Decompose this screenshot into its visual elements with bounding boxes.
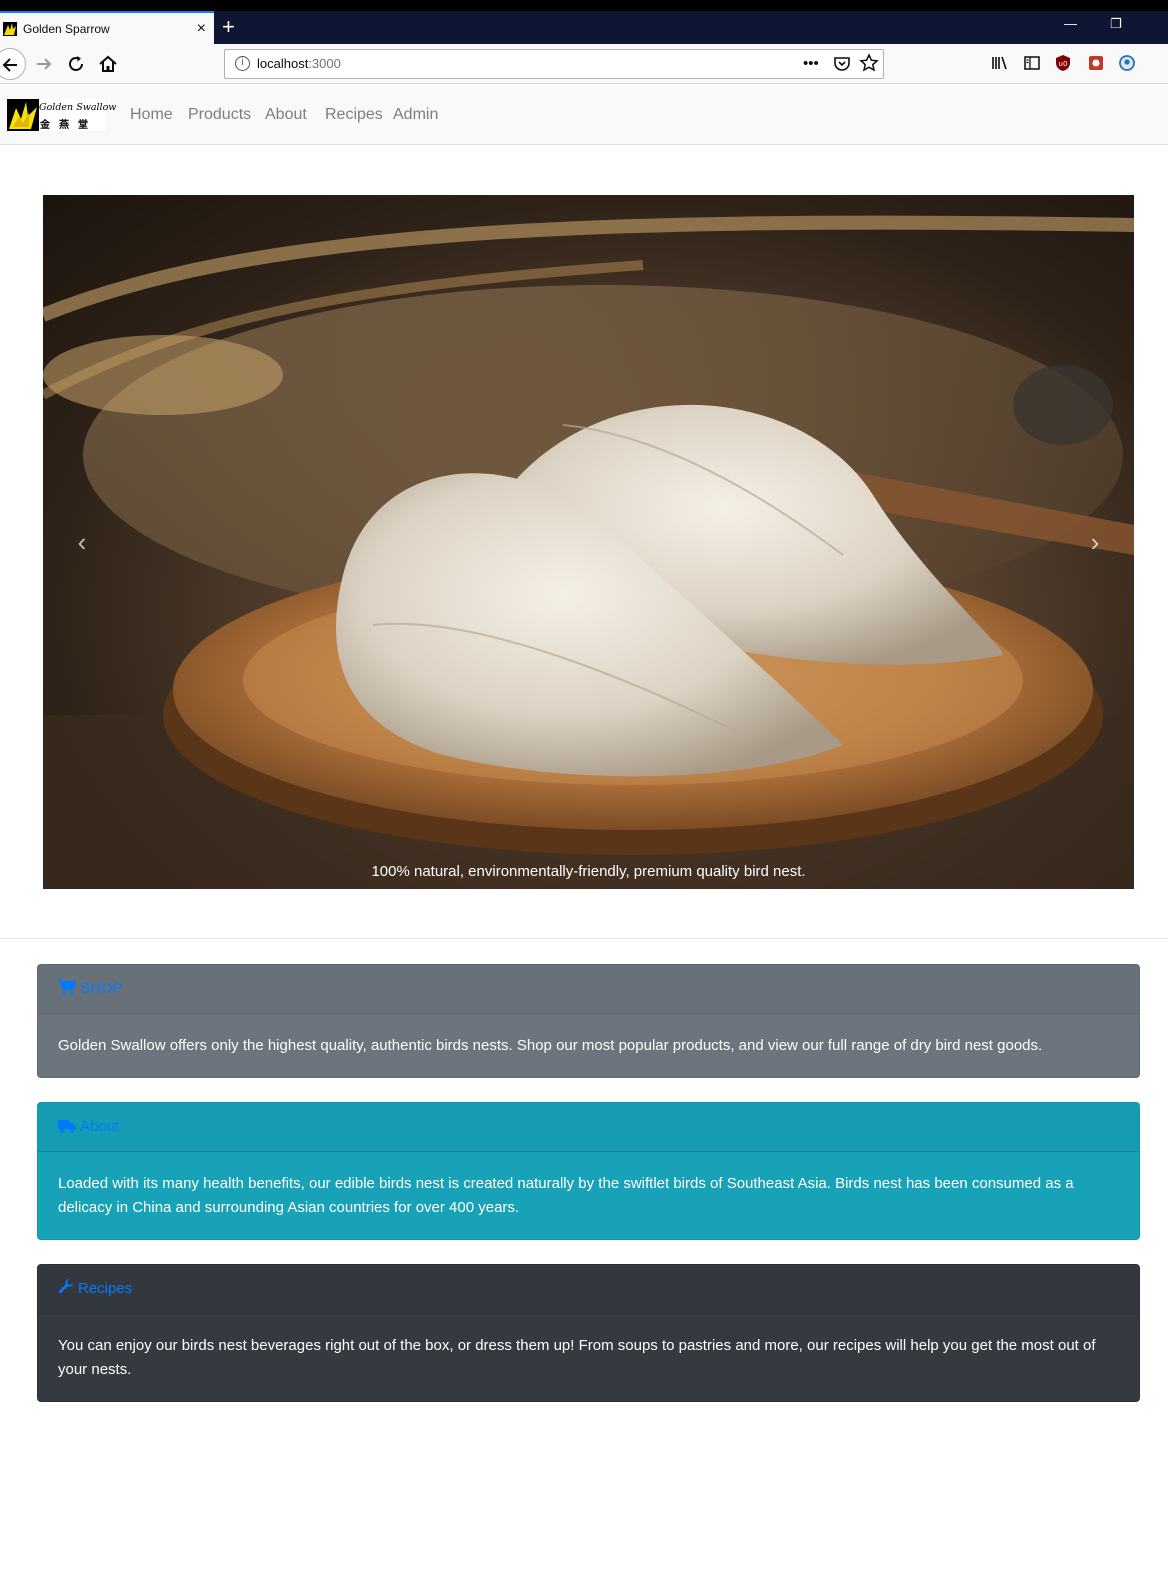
back-button[interactable] <box>0 48 26 80</box>
brand-name-zh: 金燕堂 <box>40 120 97 131</box>
truck-icon <box>58 1120 76 1133</box>
extension-icon[interactable] <box>1086 53 1106 73</box>
sidebar-icon[interactable] <box>1022 53 1042 73</box>
site-navbar: Golden Swallow 金燕堂 Home Products About R… <box>0 85 1168 145</box>
nav-recipes[interactable]: Recipes <box>325 105 383 125</box>
account-icon[interactable] <box>1117 53 1137 73</box>
about-card-body: Loaded with its many health benefits, ou… <box>58 1175 1074 1216</box>
new-tab-button[interactable]: + <box>222 13 235 41</box>
wrench-icon <box>58 1279 73 1294</box>
brand-logo[interactable]: Golden Swallow 金燕堂 <box>7 99 116 131</box>
home-icon <box>99 55 117 72</box>
page-actions-icon[interactable]: ••• <box>803 54 819 74</box>
browser-toolbar: i localhost:3000 ••• u0 <box>0 44 1168 84</box>
tab-close-icon[interactable]: × <box>197 19 206 39</box>
recipes-card-header[interactable]: Recipes <box>38 1265 1139 1314</box>
home-button[interactable] <box>96 52 120 76</box>
reload-button[interactable] <box>64 52 88 76</box>
back-arrow-icon <box>2 58 17 72</box>
restore-button[interactable]: ❐ <box>1110 14 1122 34</box>
section-divider <box>0 938 1168 939</box>
shop-card-body: Golden Swallow offers only the highest q… <box>58 1037 1043 1054</box>
hero-carousel: ‹ › 100% natural, environmentally-friend… <box>43 195 1134 889</box>
titlebar-strip <box>0 0 1168 11</box>
url-text[interactable]: localhost:3000 <box>257 56 341 71</box>
nav-about[interactable]: About <box>265 105 307 125</box>
pocket-icon[interactable] <box>833 55 851 79</box>
carousel-next-icon[interactable]: › <box>1080 527 1110 557</box>
url-bar[interactable]: i localhost:3000 ••• <box>224 49 884 79</box>
bookmark-star-icon[interactable] <box>859 53 879 79</box>
carousel-caption: 100% natural, environmentally-friendly, … <box>371 863 806 880</box>
about-card-header[interactable]: About <box>38 1103 1139 1152</box>
ublock-shield-icon[interactable]: u0 <box>1053 53 1073 73</box>
nav-admin[interactable]: Admin <box>393 105 438 125</box>
nav-home[interactable]: Home <box>130 105 173 125</box>
brand-name-en: Golden Swallow <box>39 102 117 113</box>
bird-nest-photo <box>43 215 1134 889</box>
recipes-card-body: You can enjoy our birds nest beverages r… <box>58 1337 1096 1378</box>
tab-title: Golden Sparrow <box>23 22 110 36</box>
carousel-prev-icon[interactable]: ‹ <box>67 527 97 557</box>
shop-card-title[interactable]: SHOP <box>80 980 123 997</box>
browser-tab[interactable]: Golden Sparrow × <box>0 11 214 44</box>
forward-arrow-icon <box>37 58 52 70</box>
library-icon[interactable] <box>990 53 1010 73</box>
minimize-button[interactable]: — <box>1064 14 1077 34</box>
svg-text:u0: u0 <box>1059 60 1068 68</box>
favicon-icon <box>3 22 17 36</box>
about-card: About Loaded with its many health benefi… <box>37 1102 1140 1240</box>
reload-icon <box>69 56 83 71</box>
swallow-logo-icon <box>7 99 39 131</box>
info-icon[interactable]: i <box>235 56 250 71</box>
about-card-title[interactable]: About <box>80 1118 119 1135</box>
recipes-card: Recipes You can enjoy our birds nest bev… <box>37 1264 1140 1402</box>
shop-card: SHOP Golden Swallow offers only the high… <box>37 964 1140 1078</box>
nav-products[interactable]: Products <box>188 105 251 125</box>
shop-card-header[interactable]: SHOP <box>38 965 1139 1014</box>
forward-button[interactable] <box>32 52 56 76</box>
recipes-card-title[interactable]: Recipes <box>78 1280 132 1297</box>
shopping-cart-icon <box>58 979 77 995</box>
browser-titlebar: Golden Sparrow × + — ❐ <box>0 0 1168 44</box>
